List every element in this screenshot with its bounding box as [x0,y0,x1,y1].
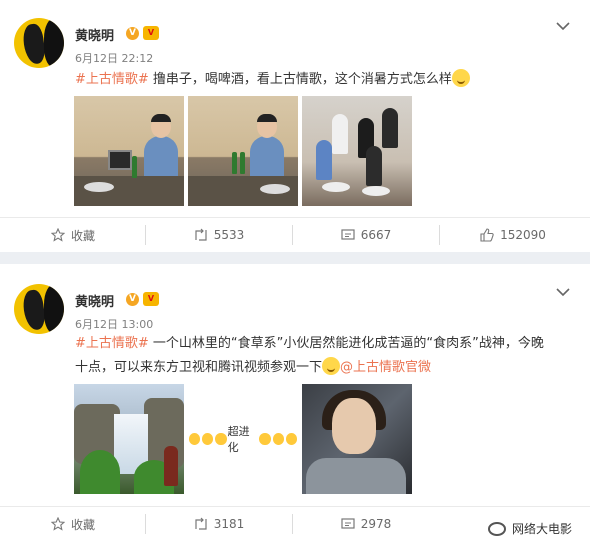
avatar[interactable] [14,18,64,68]
star-icon [50,517,65,531]
emoji-icon [272,433,284,445]
favorite-label: 收藏 [70,228,95,243]
comment-count: 2978 [360,517,392,531]
repost-count: 3181 [213,517,245,531]
star-icon [50,228,65,242]
like-count: 152090 [500,228,546,242]
comment-icon [341,518,355,529]
favorite-button[interactable]: 收藏 [0,507,146,541]
post-photo-2[interactable]: 超进化 [188,384,298,494]
post-photo-3[interactable] [302,384,412,494]
repost-button[interactable]: 5533 [146,218,292,252]
wechat-icon [487,521,506,536]
comment-button[interactable]: 6667 [293,218,439,252]
evolve-label: 超进化 [227,425,250,454]
post-text: #上古情歌# 撸串子，喝啤酒，看上古情歌，这个消暑方式怎么样 [75,68,571,92]
favorite-label: 收藏 [70,517,95,532]
post-body-line1: 一个山林里的“食草系”小伙居然能进化成苦逼的“食肉系”战神，今晚 [148,336,544,351]
thumbs-up-icon [480,228,494,242]
username[interactable]: 黄晓明 [75,291,114,310]
post-text: #上古情歌# 一个山林里的“食草系”小伙居然能进化成苦逼的“食肉系”战神，今晚 … [75,332,571,380]
post-photo-1[interactable] [74,96,184,206]
comment-icon [341,229,355,240]
post-photo-1[interactable] [74,384,184,494]
emoji-icon [259,433,271,445]
chevron-down-icon[interactable] [556,20,570,34]
favorite-button[interactable]: 收藏 [0,218,146,252]
post-body-line2: 十点，可以来东方卫视和腾讯视频参观一下 [75,360,323,375]
like-button[interactable]: 152090 [440,218,586,252]
level-badge-icon: V [143,292,159,306]
level-badge-icon: V [143,26,159,40]
weibo-post-card: 黄晓明 V V 6月12日 13:00 #上古情歌# 一个山林里的“食草系”小伙… [0,264,590,547]
laughing-emoji-icon [322,357,341,375]
comment-count: 6667 [360,228,392,242]
emoji-icon [189,433,201,445]
repost-icon [195,517,207,530]
mention-link[interactable]: @上古情歌官微 [340,360,431,375]
weibo-post-card: 黄晓明 V V 6月12日 22:12 #上古情歌# 撸串子，喝啤酒，看上古情歌… [0,0,590,252]
hashtag-link[interactable]: #上古情歌# [75,336,149,351]
emoji-icon [215,433,227,445]
verified-badge-icon: V [126,293,139,306]
post-photo-2[interactable] [188,96,298,206]
repost-button[interactable]: 3181 [146,507,292,541]
post-photo-3[interactable] [302,96,412,206]
hashtag-link[interactable]: #上古情歌# [75,72,149,87]
watermark-text: 网络大电影 [511,522,572,536]
watermark: 网络大电影 [487,520,572,537]
repost-count: 5533 [213,228,245,242]
repost-icon [195,228,207,241]
username[interactable]: 黄晓明 [75,25,114,44]
comment-button[interactable]: 2978 [293,507,439,541]
chevron-down-icon[interactable] [556,286,570,300]
avatar[interactable] [14,284,64,334]
verified-badge-icon: V [126,27,139,40]
emoji-icon [285,433,298,445]
emoji-icon [451,69,470,87]
emoji-icon [202,433,214,445]
post-body: 撸串子，喝啤酒，看上古情歌，这个消暑方式怎么样 [148,72,452,87]
post-timestamp[interactable]: 6月12日 22:12 [75,50,153,66]
post-timestamp[interactable]: 6月12日 13:00 [75,316,153,332]
